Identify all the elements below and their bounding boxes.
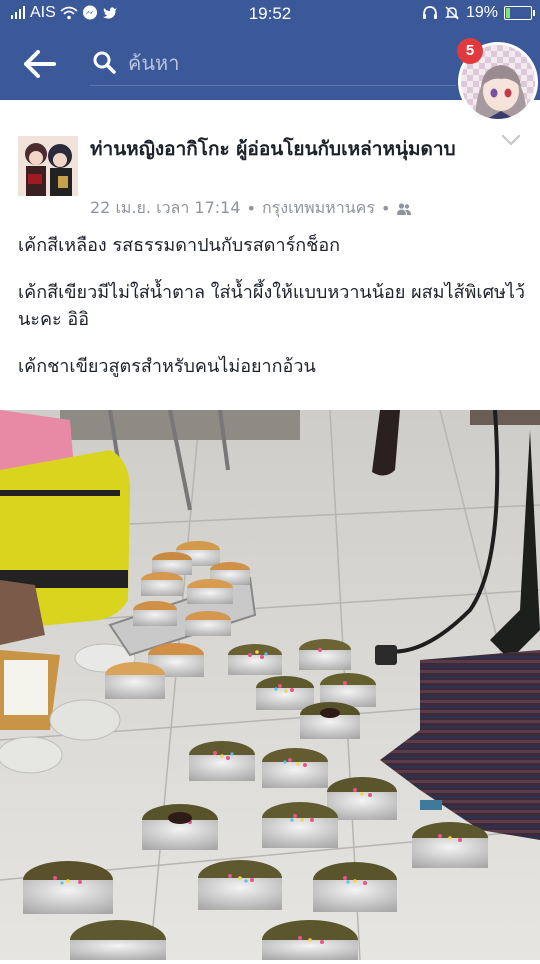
post-date[interactable]: 22 เม.ย. เวลา 17:14: [90, 196, 241, 221]
post-location[interactable]: กรุงเทพมหานคร: [262, 196, 375, 221]
status-bar: AIS 19:52 19%: [0, 0, 540, 28]
meta-separator-2: •: [380, 199, 391, 218]
search-icon: [93, 51, 116, 74]
post-header: ท่านหญิงอากิโกะ ผู้อ่อนโยนกับเหล่าหนุ่มด…: [0, 100, 540, 230]
status-right: 19%: [422, 4, 535, 22]
battery-percent: 19%: [465, 4, 498, 21]
post-paragraph: เค้กสีเขียวมีไม่ใส่น้ำตาล ใส่น้ำผึ้งให้แ…: [18, 282, 526, 330]
battery-fill: [506, 8, 510, 18]
search-box[interactable]: [86, 40, 456, 86]
search-underline: [90, 85, 456, 86]
notification-badge: 5: [457, 38, 483, 64]
post-photo[interactable]: [0, 409, 540, 961]
battery-icon: [504, 6, 535, 20]
friends-icon: [397, 202, 412, 215]
post-paragraph: เค้กชาเขียวสูตรสำหรับคนไม่อยากอ้วน: [18, 356, 316, 377]
headset-icon: [422, 6, 437, 19]
chevron-down-icon[interactable]: [500, 132, 522, 148]
post-meta: 22 เม.ย. เวลา 17:14 • กรุงเทพมหานคร •: [90, 196, 412, 221]
cupcakes-photo: [0, 409, 540, 961]
post-text: เค้กสีเหลือง รสธรรมดาปนกับรสดาร์กช็อก เค…: [18, 232, 528, 400]
mute-bell-icon: [445, 6, 459, 20]
post-author-name[interactable]: ท่านหญิงอากิโกะ ผู้อ่อนโยนกับเหล่าหนุ่มด…: [90, 136, 470, 162]
back-button[interactable]: [22, 48, 58, 80]
back-arrow-icon: [24, 50, 56, 78]
search-input[interactable]: [126, 44, 450, 82]
post-paragraph: เค้กสีเหลือง รสธรรมดาปนกับรสดาร์กช็อก: [18, 235, 341, 256]
author-avatar[interactable]: [18, 136, 78, 196]
author-photo: [18, 136, 78, 196]
meta-separator: •: [246, 199, 256, 218]
